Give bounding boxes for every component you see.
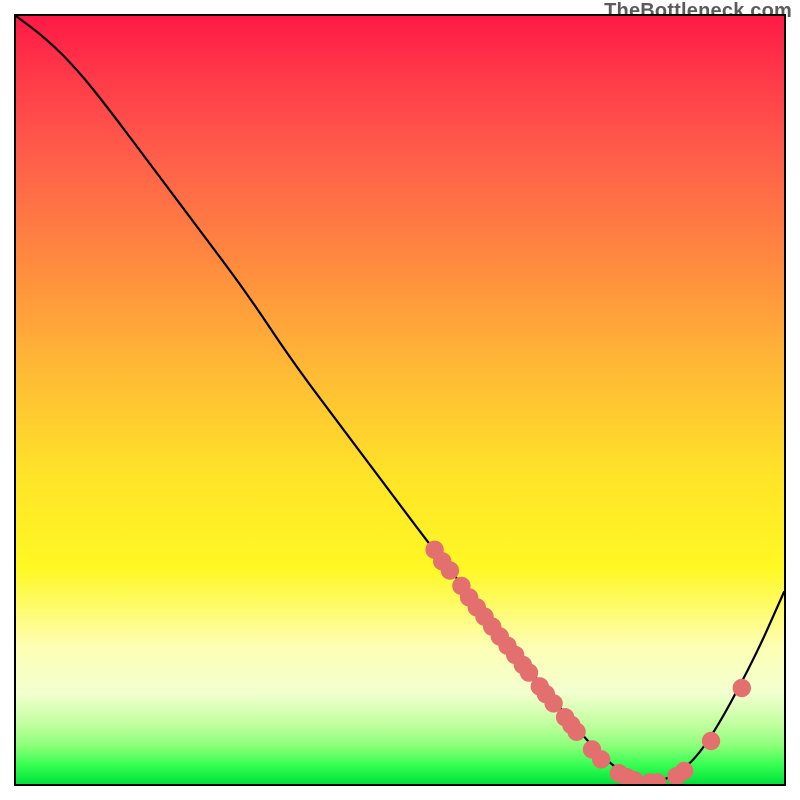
bottleneck-curve bbox=[16, 16, 784, 781]
data-marker bbox=[702, 732, 720, 750]
data-marker bbox=[567, 723, 585, 741]
data-marker bbox=[733, 679, 751, 697]
curve-plot bbox=[16, 16, 784, 784]
data-marker bbox=[592, 750, 610, 768]
data-marker bbox=[441, 561, 459, 579]
data-marker bbox=[675, 762, 693, 780]
chart-container: TheBottleneck.com bbox=[0, 0, 800, 800]
plot-area bbox=[14, 14, 786, 786]
